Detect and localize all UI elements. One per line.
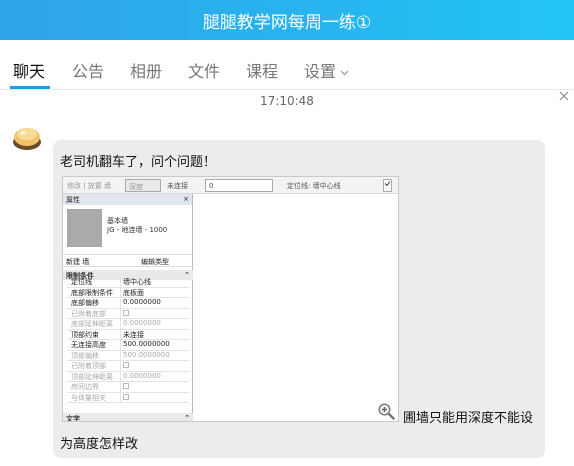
checkbox-icon: [121, 393, 129, 403]
prop-value: 0.0000000: [123, 371, 161, 380]
collapse-icon: ⌃: [184, 414, 190, 422]
table-row: 已附着顶部: [67, 361, 189, 372]
tab-chat[interactable]: 聊天: [13, 58, 45, 82]
chevron-down-icon: [340, 66, 349, 79]
new-instance-label: 新建 墙: [66, 258, 90, 266]
properties-panel: 属性 × 基本墙 JG - 地连墙 - 1000 新建 墙 编辑类型 限制条件 …: [63, 194, 193, 422]
window-titlebar: 腿腿教学网每周一练①: [0, 0, 574, 40]
message-image[interactable]: 修改 | 放置 墙 深度 未连接 0 定位线: 墙中心线 属性 × 基本墙 JG…: [62, 176, 399, 422]
tab-settings[interactable]: 设置: [304, 58, 349, 82]
zoom-in-icon[interactable]: [377, 402, 395, 420]
prop-value: 墙中心线: [123, 278, 151, 286]
table-row: 与体量相关: [67, 392, 189, 403]
table-row: 底部偏移 0.0000000: [67, 298, 189, 309]
checkbox-icon: [121, 382, 129, 392]
section-text-label: 文字: [66, 415, 80, 422]
type-variant: JG - 地连墙 - 1000: [107, 226, 168, 234]
prop-key: 底部偏移: [67, 298, 121, 308]
message-bubble: 老司机翻车了，问个问题！ 修改 | 放置 墙 深度 未连接 0 定位线: 墙中心…: [53, 140, 545, 458]
image-toolbar-item: 未连接: [167, 182, 188, 190]
prop-value: 0.0000000: [123, 319, 161, 327]
image-toolbar-item: 0: [205, 179, 273, 192]
tab-album[interactable]: 相册: [130, 58, 162, 82]
section-text: 文字 ⌃: [63, 413, 193, 422]
prop-key: 顶部偏移: [67, 350, 121, 360]
tab-settings-label: 设置: [304, 62, 337, 81]
message-line-2a: 圃墙只能用深度不能设: [403, 411, 534, 426]
table-row: 定位线 墙中心线: [67, 277, 189, 288]
message-timestamp: 17:10:48: [260, 94, 314, 108]
type-family: 基本墙: [107, 217, 128, 225]
prop-key: 无连接高度: [67, 340, 121, 350]
drawing-canvas: [194, 194, 398, 421]
type-name: 基本墙 JG - 地连墙 - 1000: [107, 217, 167, 235]
tab-courses[interactable]: 课程: [246, 58, 278, 82]
prop-value: 500.0000000: [123, 340, 170, 348]
close-icon: ×: [183, 195, 189, 203]
prop-value: 0.0000000: [123, 298, 161, 306]
tab-files[interactable]: 文件: [188, 58, 220, 82]
tab-announcement[interactable]: 公告: [72, 58, 104, 82]
table-row: 顶部延伸距离 0.0000000: [67, 371, 189, 382]
prop-value: 未连接: [123, 330, 144, 339]
instance-row: 新建 墙 编辑类型: [63, 254, 193, 267]
prop-value: 500.0000000: [123, 350, 170, 359]
table-row: 已附着底部: [67, 308, 189, 319]
properties-title: 属性: [66, 196, 80, 204]
properties-header: 属性 ×: [63, 194, 192, 205]
message-line-2b: 为高度怎样改: [60, 437, 139, 452]
table-row: 房间边界: [67, 382, 189, 393]
prop-key: 定位线: [67, 277, 121, 287]
type-preview-swatch: [67, 209, 102, 247]
prop-key: 与体量相关: [67, 392, 121, 402]
prop-key: 房间边界: [67, 382, 121, 392]
image-toolbar-item: 定位线: 墙中心线: [287, 182, 341, 190]
prop-value: 底板面: [123, 288, 144, 297]
image-toolbar-item: 深度: [125, 179, 161, 192]
table-row: 底部延伸距离 0.0000000: [67, 319, 189, 330]
properties-table: 定位线 墙中心线 底部限制条件 底板面 底部偏移 0.0000000 已附着底部 底部…: [67, 277, 189, 403]
prop-key: 已附着底部: [67, 308, 121, 318]
prop-key: 底部延伸距离: [67, 319, 121, 329]
tab-bar: 聊天 公告 相册 文件 课程 设置: [0, 40, 574, 90]
active-tab-indicator: [10, 86, 50, 89]
edit-type-label: 编辑类型: [141, 258, 169, 266]
table-row: 无连接高度 500.0000000: [67, 340, 189, 351]
checkbox-icon: [383, 179, 392, 192]
image-toolbar: 修改 | 放置 墙 深度 未连接 0 定位线: 墙中心线: [63, 177, 398, 194]
table-row: 顶部偏移 500.0000000: [67, 350, 189, 361]
window-title: 腿腿教学网每周一练①: [202, 12, 372, 33]
image-toolbar-item: 修改 | 放置 墙: [67, 182, 112, 190]
table-row: 顶部约束 未连接: [67, 329, 189, 340]
checkbox-icon: [121, 309, 129, 319]
prop-key: 已附着顶部: [67, 361, 121, 371]
type-selector: 基本墙 JG - 地连墙 - 1000: [67, 209, 188, 249]
checkbox-icon: [121, 361, 129, 371]
prop-key: 顶部约束: [67, 329, 121, 339]
message-line-1: 老司机翻车了，问个问题！: [60, 155, 217, 170]
avatar[interactable]: [10, 120, 44, 154]
prop-key: 顶部延伸距离: [67, 371, 121, 381]
prop-key: 底部限制条件: [67, 287, 121, 297]
table-row: 底部限制条件 底板面: [67, 287, 189, 298]
